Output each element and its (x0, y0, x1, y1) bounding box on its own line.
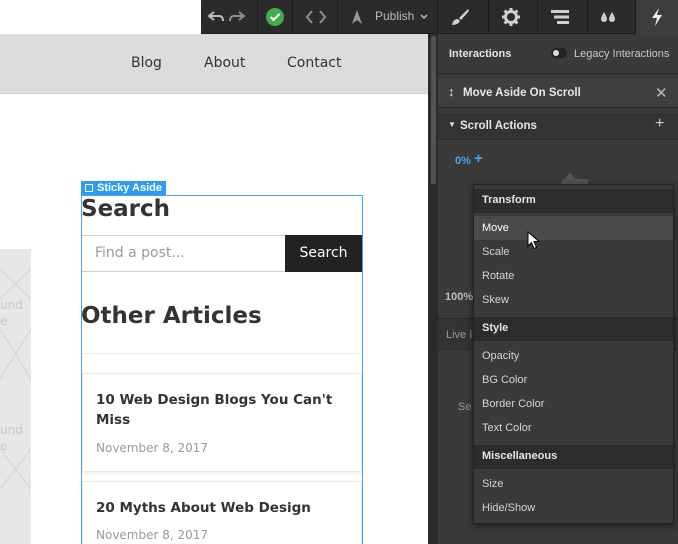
legacy-interactions-toggle[interactable] (551, 48, 567, 58)
design-canvas[interactable]: Blog About Contact und e und e Search Fi… (0, 0, 428, 544)
selection-tag: Sticky Aside (81, 181, 167, 195)
caret-down-icon[interactable]: ▼ (448, 120, 456, 129)
timeline-start-percent[interactable]: 0% (455, 155, 471, 167)
placeholder-text: e (0, 439, 8, 453)
brush-icon[interactable] (443, 0, 477, 34)
menu-item-opacity[interactable]: Opacity (474, 344, 673, 368)
mouse-cursor-icon (527, 231, 541, 250)
publish-button[interactable]: Publish (375, 0, 414, 32)
check-icon[interactable] (261, 0, 289, 34)
timeline-end-percent[interactable]: 100% (445, 291, 473, 303)
drops-icon[interactable] (591, 0, 625, 34)
scroll-action-menu: Transform Move Scale Rotate Skew Style O… (473, 184, 674, 524)
menu-item-move[interactable]: Move (474, 216, 673, 240)
site-navbar: Blog About Contact (0, 34, 428, 94)
code-icon[interactable] (301, 0, 331, 34)
legacy-interactions-label[interactable]: Legacy Interactions (574, 48, 669, 60)
interaction-name[interactable]: Move Aside On Scroll (463, 87, 581, 99)
scroll-actions-label: Scroll Actions (460, 120, 537, 132)
top-toolbar: Publish (201, 0, 678, 35)
interactions-header: Interactions Legacy Interactions (438, 34, 678, 74)
close-icon[interactable]: ✕ (655, 84, 668, 102)
menu-item-rotate[interactable]: Rotate (474, 264, 673, 288)
nav-link-blog[interactable]: Blog (131, 55, 162, 71)
menu-item-scale[interactable]: Scale (474, 240, 673, 264)
background-image-placeholder: und e und e (0, 249, 31, 544)
scroll-actions-header[interactable]: ▼ Scroll Actions + (438, 113, 678, 140)
interaction-item[interactable]: ↕ Move Aside On Scroll ✕ (438, 78, 678, 108)
interactions-tab[interactable] (636, 0, 678, 35)
navigator-icon[interactable] (543, 0, 577, 34)
menu-item-hide-show[interactable]: Hide/Show (474, 496, 673, 520)
menu-section-miscellaneous: Miscellaneous (474, 445, 673, 469)
menu-item-skew[interactable]: Skew (474, 288, 673, 312)
canvas-scrollbar[interactable] (431, 36, 436, 184)
vertical-arrows-icon: ↕ (448, 84, 455, 99)
chevron-down-icon[interactable] (419, 0, 429, 34)
menu-item-bg-color[interactable]: BG Color (474, 368, 673, 392)
nav-link-about[interactable]: About (204, 55, 245, 71)
nav-link-contact[interactable]: Contact (287, 55, 341, 71)
sticky-aside-selection[interactable] (81, 195, 363, 544)
settings-label: Se (458, 401, 472, 413)
placeholder-cross-lines (0, 268, 31, 490)
live-preview-label: Live I (446, 329, 473, 341)
menu-section-style: Style (474, 317, 673, 341)
placeholder-text: e (0, 314, 8, 328)
menu-item-text-color[interactable]: Text Color (474, 416, 673, 440)
gear-icon[interactable] (494, 0, 528, 34)
placeholder-text: und (0, 423, 23, 437)
menu-section-transform: Transform (474, 189, 673, 213)
menu-item-border-color[interactable]: Border Color (474, 392, 673, 416)
placeholder-text: und (0, 298, 23, 312)
add-keyframe-icon[interactable]: + (474, 150, 483, 167)
plus-icon[interactable]: + (655, 115, 664, 133)
menu-item-size[interactable]: Size (474, 472, 673, 496)
redo-icon[interactable] (226, 0, 248, 34)
interactions-title: Interactions (449, 48, 512, 60)
selection-tag-label: Sticky Aside (97, 182, 163, 194)
lightning-icon (636, 0, 678, 34)
publish-icon[interactable] (346, 0, 368, 34)
element-square-icon (85, 184, 93, 192)
